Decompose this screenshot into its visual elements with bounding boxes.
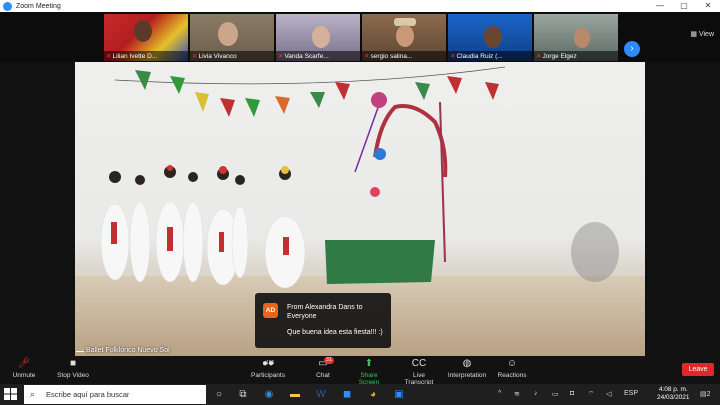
- speaker-name: Ballet Folklórico Nuevo Sol: [76, 346, 170, 354]
- clock-date: 24/03/2021: [657, 394, 690, 401]
- view-button[interactable]: ▦ View: [690, 30, 714, 38]
- reactions-button[interactable]: ☺ Reactions: [496, 358, 528, 379]
- globe-icon: ◍: [462, 358, 472, 369]
- title-bar: Zoom Meeting — ▢ ✕: [0, 0, 720, 12]
- maximize-button[interactable]: ▢: [672, 0, 696, 12]
- chat-notification[interactable]: AD From Alexandra Dans to Everyone Que b…: [255, 293, 391, 348]
- meeting-toolbar: 🎤︎ Unmute ■ Stop Video ●● 105 Participan…: [0, 356, 720, 386]
- wifi-icon[interactable]: ⌔: [588, 390, 595, 399]
- live-transcript-button[interactable]: CC Live Transcript: [398, 358, 440, 386]
- edge-icon[interactable]: ◉: [262, 388, 276, 401]
- zoom-logo-icon: [3, 1, 12, 11]
- participant-tile[interactable]: ✕Livia Vivanco: [190, 14, 274, 61]
- unmute-label: Unmute: [12, 372, 36, 379]
- window-controls: — ▢ ✕: [648, 0, 720, 12]
- chat-button[interactable]: ▭ 31 Chat: [310, 357, 336, 379]
- chat-message: Que buena idea esta fiesta!!! :): [287, 329, 383, 336]
- participant-name: Lilian Ivette D...: [112, 53, 158, 60]
- zoom-meeting-taskbar-icon[interactable]: ▣: [392, 388, 406, 401]
- muted-mic-icon: ✕: [536, 53, 542, 60]
- next-page-arrow-icon[interactable]: ›: [624, 41, 640, 57]
- participant-name: Claudia Ruiz (...: [456, 53, 503, 60]
- cortana-icon[interactable]: ○: [212, 388, 226, 401]
- muted-mic-icon: ✕: [450, 53, 456, 60]
- interpretation-label: Interpretation: [447, 372, 487, 379]
- task-view-icon[interactable]: ⧉: [236, 388, 250, 401]
- muted-mic-icon: 🎤︎: [17, 358, 31, 369]
- taskbar-clock[interactable]: 4:08 p. m. 24/03/2021: [657, 386, 690, 402]
- muted-mic-icon: ✕: [278, 53, 284, 60]
- chat-label: Chat: [316, 372, 330, 379]
- speaker-name-label: Ballet Folklórico Nuevo Sol: [86, 347, 170, 354]
- reactions-label: Reactions: [497, 372, 527, 379]
- participant-name: Jorge Elgez: [542, 53, 577, 60]
- windows-start-icon[interactable]: [4, 388, 18, 401]
- participant-strip: ✕Lilian Ivette D... ✕Livia Vivanco ✕Vand…: [0, 12, 720, 62]
- unmute-button[interactable]: 🎤︎ Unmute: [10, 358, 38, 379]
- participants-label: Participants: [251, 372, 285, 379]
- tray-chevron-icon[interactable]: ^: [498, 390, 501, 397]
- participant-name: Livia Vivanco: [198, 53, 237, 60]
- camera-icon[interactable]: ◘: [570, 390, 574, 397]
- view-label: View: [698, 31, 714, 38]
- participant-tile[interactable]: ✕Vanda Scarfe...: [276, 14, 360, 61]
- participants-count: 105: [266, 360, 275, 366]
- muted-mic-icon: ✕: [364, 53, 370, 60]
- zoom-meeting-window: Zoom Meeting — ▢ ✕ ✕Lilian Ivette D... ✕…: [0, 0, 720, 405]
- window-title: Zoom Meeting: [16, 2, 61, 10]
- word-icon[interactable]: W: [314, 388, 328, 401]
- leave-button[interactable]: Leave: [682, 363, 714, 376]
- taskbar-search[interactable]: ⌕ Escribe aquí para buscar: [24, 385, 206, 404]
- chat-sender: From Alexandra Dans to Everyone: [287, 304, 363, 320]
- windows-taskbar: ⌕ Escribe aquí para buscar ○ ⧉ ◉ ▬ W ◼ ◕…: [0, 384, 720, 405]
- cc-icon: CC: [411, 358, 427, 369]
- muted-mic-icon: ✕: [192, 53, 198, 60]
- network-icon[interactable]: ≋: [514, 390, 520, 398]
- volume-icon[interactable]: ◁: [606, 390, 611, 398]
- participant-tile[interactable]: ✕Lilian Ivette D...: [104, 14, 188, 61]
- taskbar-language[interactable]: ESP: [624, 390, 638, 397]
- interpretation-button[interactable]: ◍ Interpretation: [447, 358, 487, 379]
- participant-tile[interactable]: ✕Claudia Ruiz (...: [448, 14, 532, 61]
- notifications-icon[interactable]: ▤2: [700, 390, 711, 398]
- participant-tile[interactable]: ✕sergio salina...: [362, 14, 446, 61]
- participant-name: sergio salina...: [370, 53, 413, 60]
- close-button[interactable]: ✕: [696, 0, 720, 12]
- file-explorer-icon[interactable]: ▬: [288, 388, 302, 401]
- participant-tile[interactable]: ✕Jorge Elgez: [534, 14, 618, 61]
- microphone-icon[interactable]: ♪: [534, 390, 538, 397]
- battery-icon[interactable]: ▭: [552, 390, 559, 398]
- chat-badge: 31: [324, 357, 334, 364]
- smiley-icon: ☺: [506, 358, 518, 369]
- search-icon: ⌕: [30, 389, 36, 399]
- stop-video-button[interactable]: ■ Stop Video: [54, 358, 92, 379]
- avatar: AD: [263, 303, 278, 318]
- muted-mic-icon: ✕: [106, 53, 112, 60]
- notification-count: 2: [706, 391, 711, 398]
- clock-time: 4:08 p. m.: [658, 386, 688, 393]
- search-placeholder: Escribe aquí para buscar: [46, 390, 130, 399]
- signal-strength-icon: [76, 346, 84, 352]
- video-camera-icon: ■: [69, 358, 77, 369]
- participants-button[interactable]: ●● 105 Participants: [248, 358, 288, 379]
- share-screen-icon: ⬆: [364, 358, 374, 369]
- stop-video-label: Stop Video: [57, 372, 89, 379]
- zoom-app-icon[interactable]: ◼: [340, 388, 354, 401]
- participant-name: Vanda Scarfe...: [284, 53, 329, 60]
- minimize-button[interactable]: —: [648, 0, 672, 12]
- chrome-icon[interactable]: ◕: [366, 388, 380, 401]
- share-screen-button[interactable]: ⬆ Share Screen: [350, 358, 388, 386]
